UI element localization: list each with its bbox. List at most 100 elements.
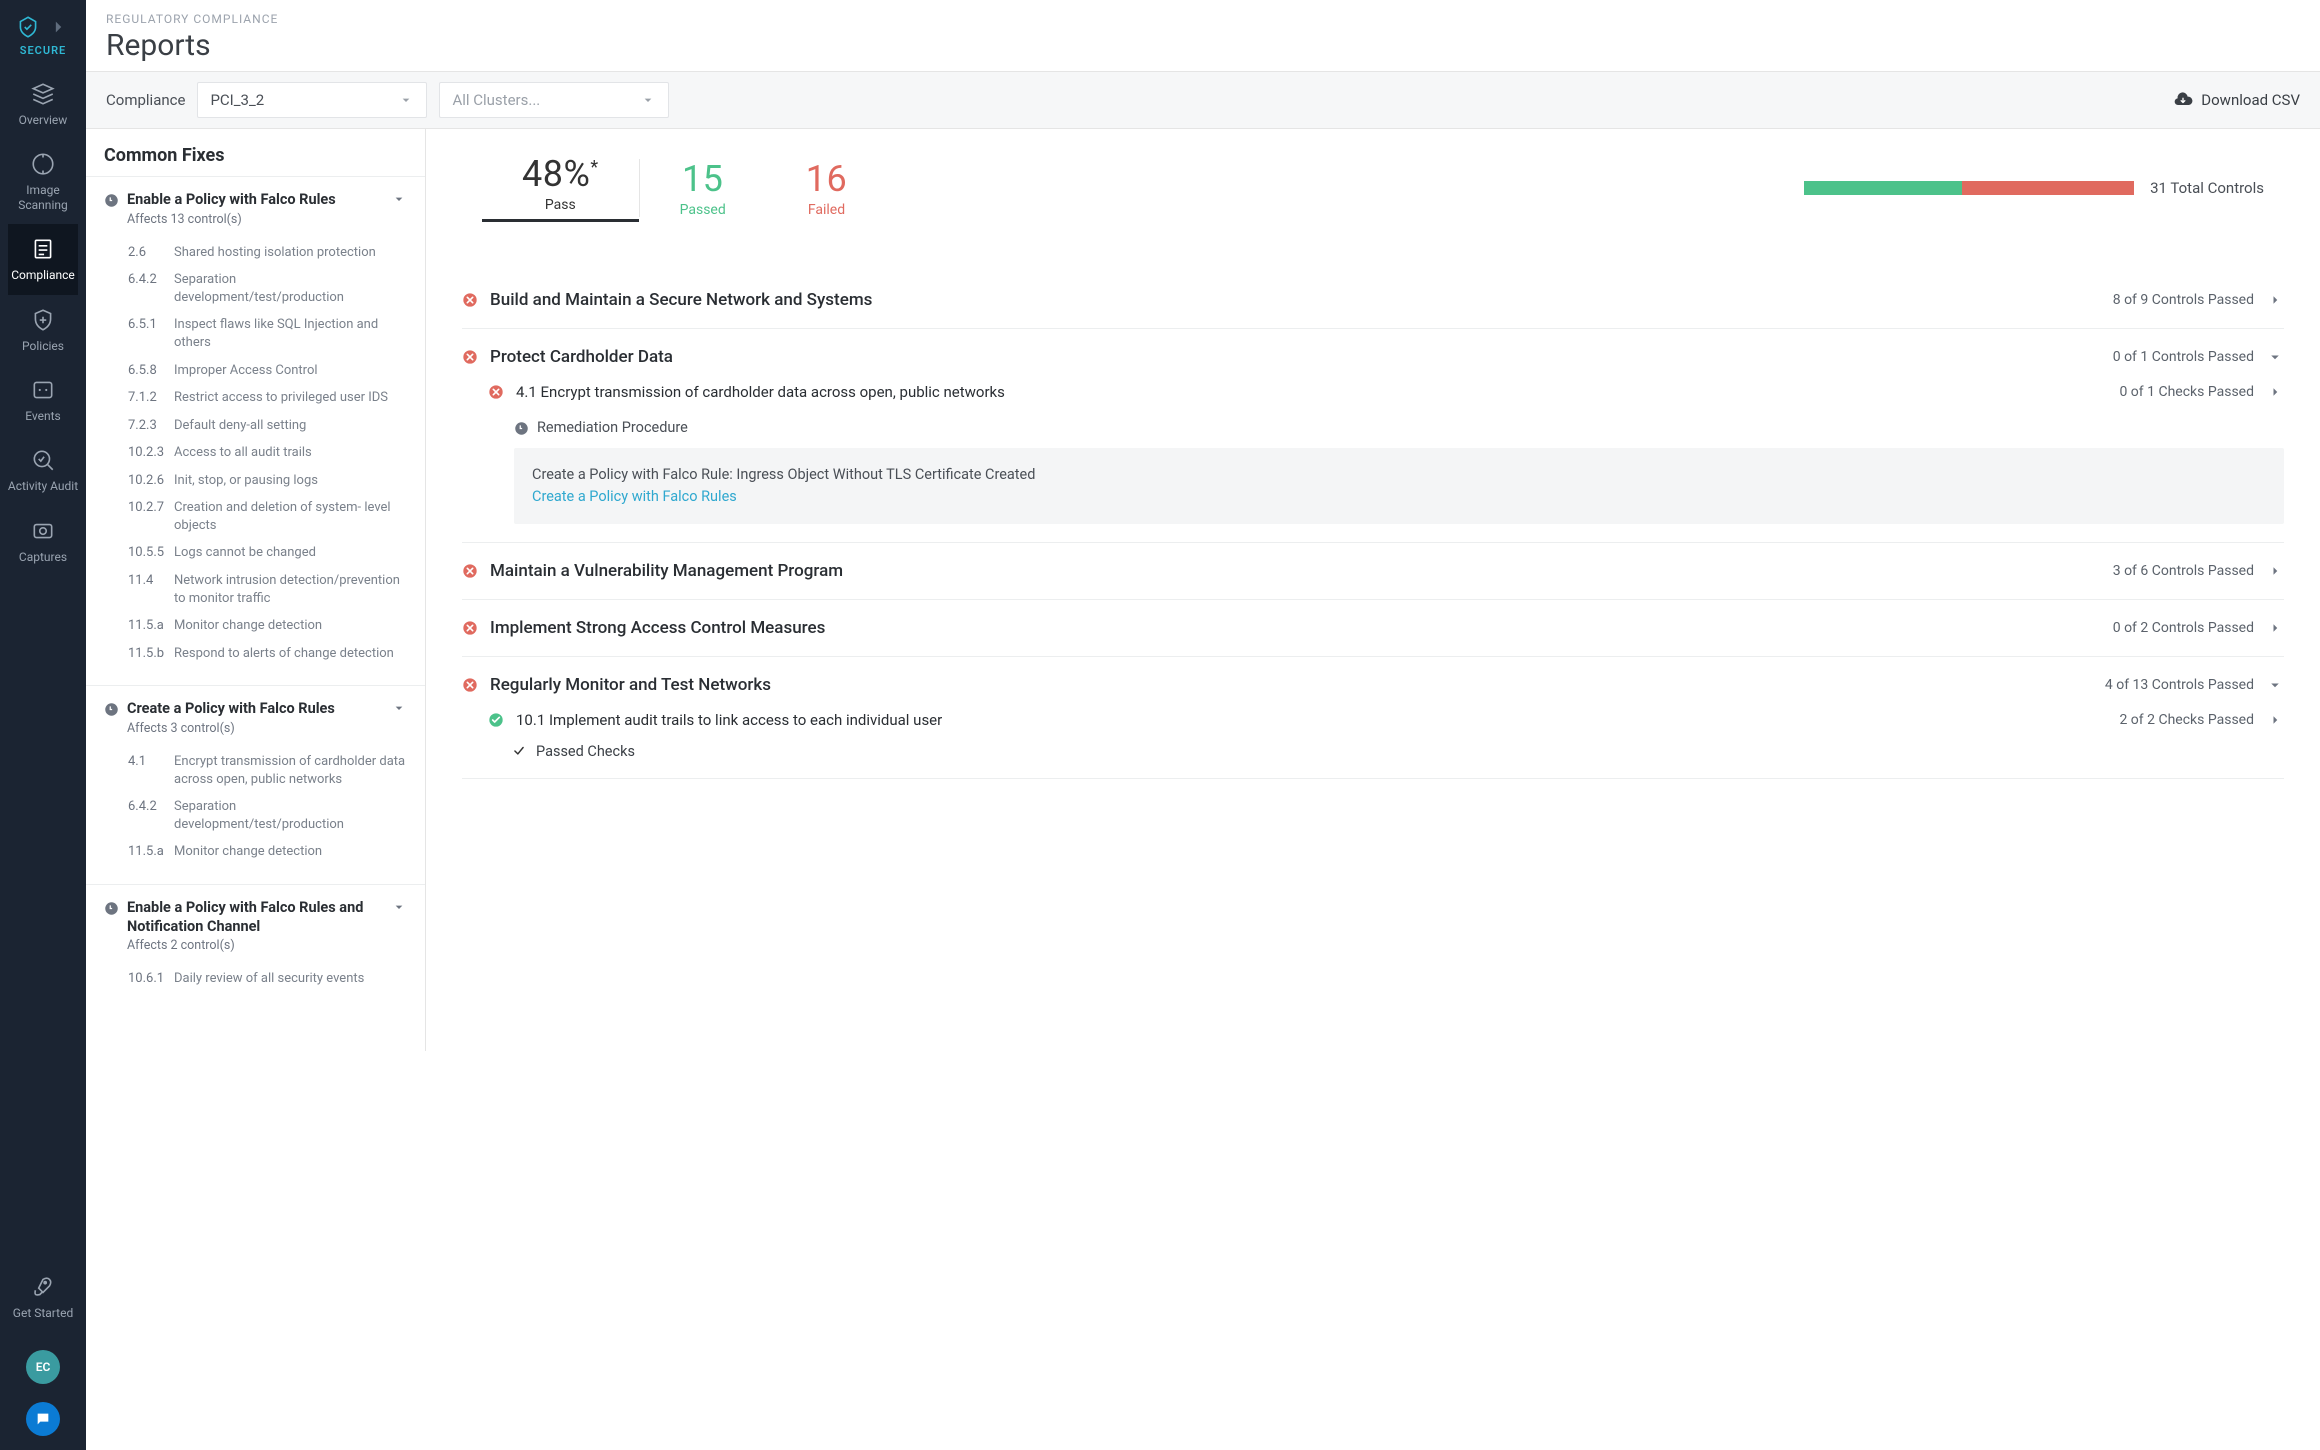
fix-group: Enable a Policy with Falco RulesAffects … <box>86 176 425 685</box>
section-title: Build and Maintain a Secure Network and … <box>490 290 2101 310</box>
compliance-dropdown[interactable]: PCI_3_2 <box>197 82 427 118</box>
fix-row[interactable]: 6.4.2Separation development/test/product… <box>104 266 407 311</box>
fix-row[interactable]: 10.2.6Init, stop, or pausing logs <box>104 467 407 495</box>
fix-row[interactable]: 6.5.8 Improper Access Control <box>104 357 407 385</box>
sidebar-item-overview[interactable]: Overview <box>8 69 78 139</box>
chevron-right-icon <box>2266 711 2284 729</box>
compliance-icon <box>30 236 56 262</box>
fix-group-title: Enable a Policy with Falco Rules and Not… <box>127 899 383 937</box>
fix-row[interactable]: 11.5.b Respond to alerts of change detect… <box>104 640 407 668</box>
brand[interactable]: SECURE <box>0 8 86 69</box>
avatar-initials: EC <box>36 1360 51 1374</box>
download-csv-button[interactable]: Download CSV <box>2173 90 2300 110</box>
image-scanning-icon <box>30 151 56 177</box>
sidebar-item-label: Events <box>25 409 61 423</box>
section-header[interactable]: Build and Maintain a Secure Network and … <box>462 290 2284 310</box>
clock-icon <box>104 702 119 717</box>
remediation-link[interactable]: Create a Policy with Falco Rules <box>532 488 737 505</box>
sidebar-item-image-scanning[interactable]: ImageScanning <box>8 139 78 224</box>
fix-row-text: Improper Access Control <box>174 362 318 380</box>
chat-button[interactable] <box>26 1402 60 1436</box>
section-count: 0 of 1 Controls Passed <box>2113 349 2254 365</box>
fix-row-num: 10.2.3 <box>128 444 166 462</box>
chevron-down-icon <box>640 92 656 108</box>
fix-row-num: 11.5.b <box>128 645 166 663</box>
fix-row[interactable]: 11.5.aMonitor change detection <box>104 838 407 866</box>
fix-row[interactable]: 6.5.1Inspect flaws like SQL Injection an… <box>104 311 407 356</box>
activity-audit-icon <box>30 447 56 473</box>
fix-row[interactable]: 10.5.5Logs cannot be changed <box>104 539 407 567</box>
fix-row-text: Monitor change detection <box>174 617 322 635</box>
section-header[interactable]: Implement Strong Access Control Measures… <box>462 618 2284 638</box>
sidebar-item-get-started[interactable]: Get Started <box>0 1262 86 1332</box>
policies-icon <box>30 307 56 333</box>
stat-pass-pct[interactable]: 48%* Pass <box>482 153 639 222</box>
fix-row-text: Init, stop, or pausing logs <box>174 472 318 490</box>
fix-row[interactable]: 10.2.7Creation and deletion of system- l… <box>104 494 407 539</box>
fix-row-text: Respond to alerts of change detection <box>174 645 394 663</box>
clusters-dropdown[interactable]: All Clusters... <box>439 82 669 118</box>
stat-failed[interactable]: 16 Failed <box>766 158 887 218</box>
fix-row-text: Separation development/test/production <box>174 798 407 833</box>
sidebar-item-policies[interactable]: Policies <box>8 295 78 365</box>
sidebar-item-compliance[interactable]: Compliance <box>8 224 78 294</box>
cloud-download-icon <box>2173 90 2193 110</box>
section-count: 0 of 2 Controls Passed <box>2113 620 2254 636</box>
fix-row[interactable]: 11.4Network intrusion detection/preventi… <box>104 567 407 612</box>
subsection-count: 2 of 2 Checks Passed <box>2119 712 2254 728</box>
fix-row-num: 10.6.1 <box>128 970 166 988</box>
section-header[interactable]: Regularly Monitor and Test Networks4 of … <box>462 675 2284 695</box>
remediation-header: Remediation Procedure <box>514 419 2284 436</box>
fail-icon <box>488 384 504 400</box>
chevron-down-icon <box>2266 348 2284 366</box>
stat-passed-label: Passed <box>680 202 726 218</box>
fix-row-num: 6.5.8 <box>128 362 166 380</box>
fix-row-num: 7.2.3 <box>128 417 166 435</box>
passed-checks[interactable]: Passed Checks <box>488 729 2284 760</box>
section-header[interactable]: Protect Cardholder Data0 of 1 Controls P… <box>462 347 2284 367</box>
stat-passed[interactable]: 15 Passed <box>640 158 766 218</box>
fix-group-header[interactable]: Create a Policy with Falco RulesAffects … <box>104 700 407 736</box>
fix-group-header[interactable]: Enable a Policy with Falco Rules and Not… <box>104 899 407 954</box>
stat-pass-label: Pass <box>522 197 599 213</box>
fix-row-text: Logs cannot be changed <box>174 544 316 562</box>
fix-row-num: 6.4.2 <box>128 798 166 833</box>
fix-row[interactable]: 2.6Shared hosting isolation protection <box>104 239 407 267</box>
page-title: Reports <box>106 28 2300 63</box>
fix-row-num: 2.6 <box>128 244 166 262</box>
report-section: Build and Maintain a Secure Network and … <box>462 272 2284 329</box>
pass-fail-bar <box>1804 181 2134 195</box>
fix-row[interactable]: 10.2.3Access to all audit trails <box>104 439 407 467</box>
sidebar-item-captures[interactable]: Captures <box>8 506 78 576</box>
fix-row[interactable]: 7.2.3Default deny-all setting <box>104 412 407 440</box>
report-section: Implement Strong Access Control Measures… <box>462 600 2284 657</box>
total-controls-label: 31 Total Controls <box>2150 179 2264 197</box>
sidebar-item-events[interactable]: Events <box>8 365 78 435</box>
fix-row[interactable]: 7.1.2Restrict access to privileged user … <box>104 384 407 412</box>
common-fixes-panel: Common Fixes Enable a Policy with Falco … <box>86 129 426 1051</box>
subsection-header[interactable]: 4.1 Encrypt transmission of cardholder d… <box>488 383 2284 401</box>
fix-row[interactable]: 10.6.1Daily review of all security event… <box>104 965 407 993</box>
fail-icon <box>462 349 478 365</box>
stat-failed-value: 16 <box>806 158 847 200</box>
section-count: 4 of 13 Controls Passed <box>2105 677 2254 693</box>
fix-group-header[interactable]: Enable a Policy with Falco RulesAffects … <box>104 191 407 227</box>
subsection-header[interactable]: 10.1 Implement audit trails to link acce… <box>488 711 2284 729</box>
avatar[interactable]: EC <box>26 1350 60 1384</box>
fix-row[interactable]: 6.4.2Separation development/test/product… <box>104 793 407 838</box>
chevron-down-icon <box>2266 676 2284 694</box>
fix-row[interactable]: 11.5.aMonitor change detection <box>104 612 407 640</box>
pass-icon <box>488 712 504 728</box>
section-header[interactable]: Maintain a Vulnerability Management Prog… <box>462 561 2284 581</box>
remediation-box: Create a Policy with Falco Rule: Ingress… <box>514 448 2284 524</box>
fix-row[interactable]: 4.1Encrypt transmission of cardholder da… <box>104 748 407 793</box>
download-csv-label: Download CSV <box>2201 91 2300 109</box>
check-icon <box>512 744 526 758</box>
sidebar-item-activity-audit[interactable]: Activity Audit <box>8 435 78 505</box>
filter-label: Compliance <box>106 91 185 109</box>
clock-icon <box>104 901 119 916</box>
remediation: Remediation Procedure Create a Policy wit… <box>488 401 2284 524</box>
fix-row-num: 10.2.7 <box>128 499 166 534</box>
brand-icon <box>15 14 41 40</box>
fix-row-text: Monitor change detection <box>174 843 322 861</box>
